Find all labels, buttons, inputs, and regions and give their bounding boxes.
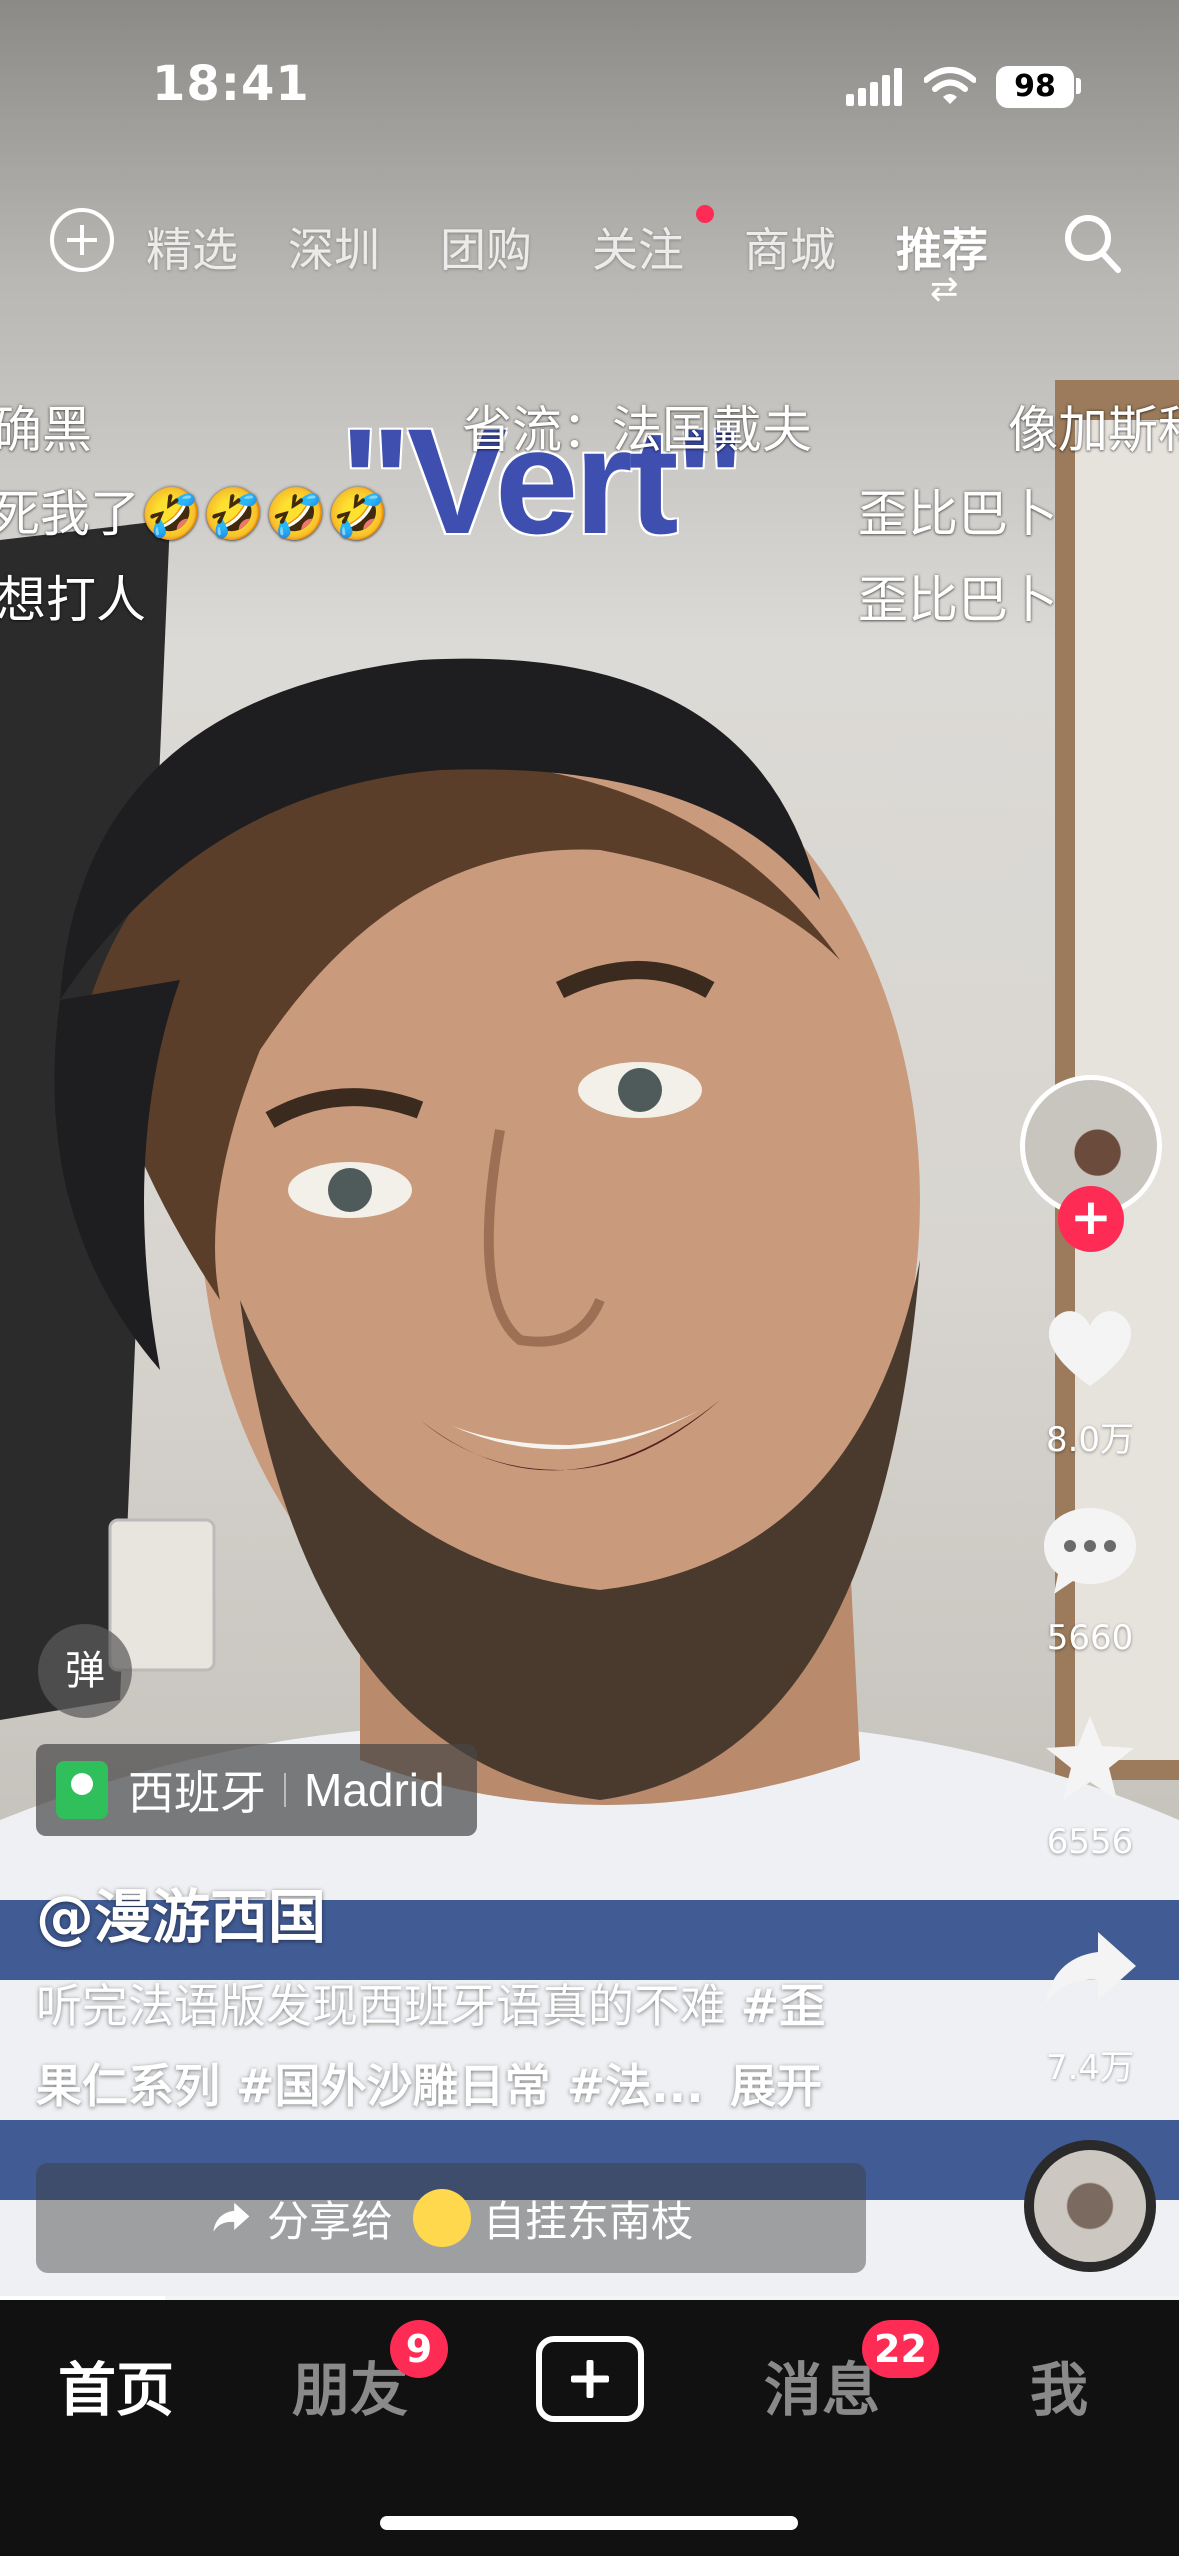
following-notification-dot (696, 205, 714, 223)
danmaku-comment: 像加斯科 (1008, 401, 1179, 459)
location-divider (284, 1773, 286, 1807)
battery-tip (1076, 78, 1081, 94)
hashtag[interactable]: #歪 (741, 1979, 826, 2033)
add-circle-icon[interactable] (50, 208, 114, 272)
like-count: 8.0万 (1045, 1420, 1135, 1460)
search-icon[interactable] (1062, 212, 1122, 276)
share-friend-name: 自挂东南枝 (483, 2196, 694, 2246)
wifi-icon (924, 67, 976, 104)
danmaku-comment: 歪比巴卜 (858, 485, 1058, 543)
share-to-friend-bar[interactable]: 分享给 自挂东南枝 (36, 2163, 866, 2273)
tab-group-buy[interactable]: 团购 (440, 214, 532, 280)
location-tag[interactable]: 西班牙 Madrid (36, 1744, 477, 1836)
danmaku-comment: 死我了🤣🤣🤣🤣 (0, 485, 390, 543)
friends-badge: 9 (390, 2320, 448, 2378)
music-disc[interactable] (1024, 2140, 1156, 2272)
location-city: Madrid (304, 1764, 445, 1816)
tab-following[interactable]: 关注 (592, 214, 684, 280)
create-plus-button[interactable] (536, 2336, 644, 2422)
share-arrow-small-icon (213, 2202, 250, 2232)
comment-icon[interactable] (1040, 1500, 1140, 1600)
status-time: 18:41 (152, 56, 310, 112)
video-frame[interactable] (0, 0, 1179, 2300)
status-bar: 18:41 98 (0, 0, 1179, 130)
share-count: 7.4万 (1045, 2048, 1135, 2088)
tab-mall[interactable]: 商城 (744, 214, 836, 280)
follow-plus-button[interactable]: + (1058, 1186, 1124, 1252)
home-indicator (380, 2516, 798, 2530)
tab-home[interactable]: 首页 (58, 2343, 174, 2427)
tab-featured[interactable]: 精选 (146, 214, 238, 280)
description-text: 听完法语版发现西班牙语真的不难 (36, 1979, 741, 2033)
tab-me[interactable]: 我 (1030, 2343, 1088, 2427)
heart-icon[interactable] (1040, 1298, 1140, 1398)
hashtags[interactable]: 果仁系列 #国外沙雕日常 #法... (36, 2059, 704, 2113)
friend-avatar (413, 2189, 471, 2247)
description-line-2: 果仁系列 #国外沙雕日常 #法... 展开 (36, 2046, 936, 2126)
danmaku-comment: 确黑 (0, 401, 92, 459)
expand-button[interactable]: 展开 (730, 2059, 822, 2113)
danmaku-comment: 歪比巴卜 (858, 571, 1058, 629)
cellular-signal-icon (846, 68, 902, 106)
tab-shenzhen[interactable]: 深圳 (288, 214, 380, 280)
description-line-1: 听完法语版发现西班牙语真的不难 #歪 (36, 1966, 936, 2046)
switch-arrows-icon: ⇄ (930, 269, 959, 309)
favorite-count: 6556 (1046, 1822, 1134, 1862)
author-name[interactable]: @漫游西国 (36, 1870, 326, 1954)
location-country: 西班牙 (128, 1766, 266, 1820)
danmaku-toggle-button[interactable]: 弹 (38, 1624, 132, 1718)
messages-badge: 22 (862, 2320, 939, 2378)
battery-level: 98 (996, 66, 1074, 108)
share-arrow-icon[interactable] (1040, 1920, 1140, 2020)
danmaku-comment: 想打人 (0, 571, 146, 629)
share-label: 分享给 (266, 2196, 393, 2246)
location-pin-icon (56, 1761, 108, 1819)
comment-count: 5660 (1046, 1618, 1134, 1658)
star-icon[interactable] (1040, 1710, 1140, 1810)
danmaku-comment: 省流：法国戴夫 (462, 401, 812, 459)
